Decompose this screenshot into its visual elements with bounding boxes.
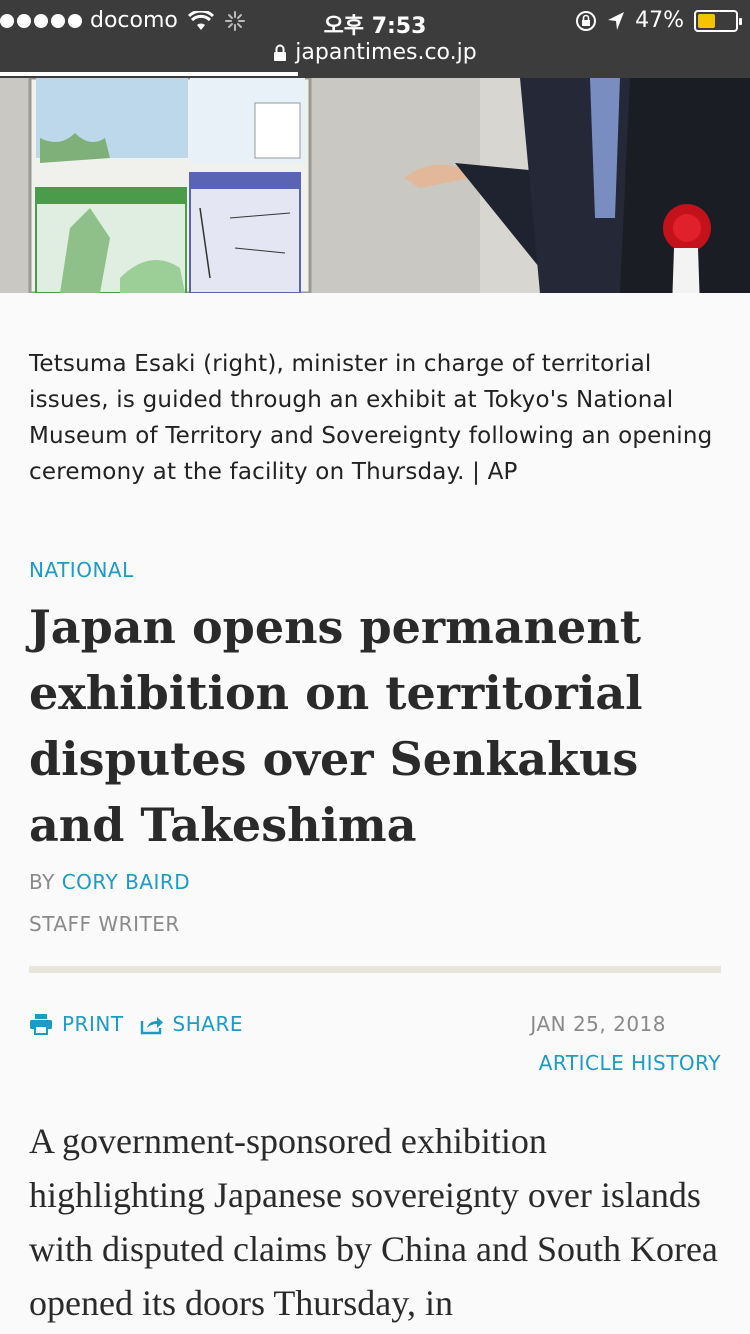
byline-prefix: BY bbox=[29, 870, 55, 894]
location-arrow-icon bbox=[608, 11, 625, 30]
photo-illustration bbox=[0, 78, 750, 293]
divider bbox=[29, 966, 721, 973]
url-text[interactable]: japantimes.co.jp bbox=[295, 40, 476, 65]
padlock-icon bbox=[274, 44, 287, 61]
address-bar[interactable]: japantimes.co.jp bbox=[0, 40, 750, 78]
article-history-link[interactable]: ARTICLE HISTORY bbox=[539, 1051, 721, 1075]
author-link[interactable]: CORY BAIRD bbox=[62, 870, 191, 894]
status-bar: docomo 오후 7:53 47% bbox=[0, 0, 750, 40]
battery-percent: 47% bbox=[635, 8, 684, 33]
article-photo[interactable] bbox=[0, 78, 750, 293]
print-label: PRINT bbox=[62, 1012, 124, 1036]
author-role: STAFF WRITER bbox=[29, 912, 180, 936]
byline: BY CORY BAIRD bbox=[29, 870, 190, 894]
battery-icon bbox=[694, 9, 742, 32]
publish-date: JAN 25, 2018 bbox=[530, 1012, 666, 1036]
print-button[interactable]: PRINT bbox=[29, 1012, 124, 1036]
article-headline: Japan opens permanent exhibition on terr… bbox=[29, 600, 643, 852]
photo-caption: Tetsuma Esaki (right), minister in charg… bbox=[29, 351, 713, 485]
section-link[interactable]: NATIONAL bbox=[29, 558, 134, 582]
page-load-progress bbox=[0, 72, 298, 76]
battery-level bbox=[698, 13, 715, 28]
share-button[interactable]: SHARE bbox=[140, 1012, 243, 1036]
article-tools: PRINT SHARE bbox=[29, 1012, 259, 1036]
rotation-lock-icon bbox=[576, 10, 597, 31]
article-body: A government-sponsored exhibition highli… bbox=[29, 1121, 718, 1323]
share-icon bbox=[140, 1017, 163, 1035]
print-icon bbox=[30, 1014, 52, 1035]
share-label: SHARE bbox=[172, 1012, 243, 1036]
